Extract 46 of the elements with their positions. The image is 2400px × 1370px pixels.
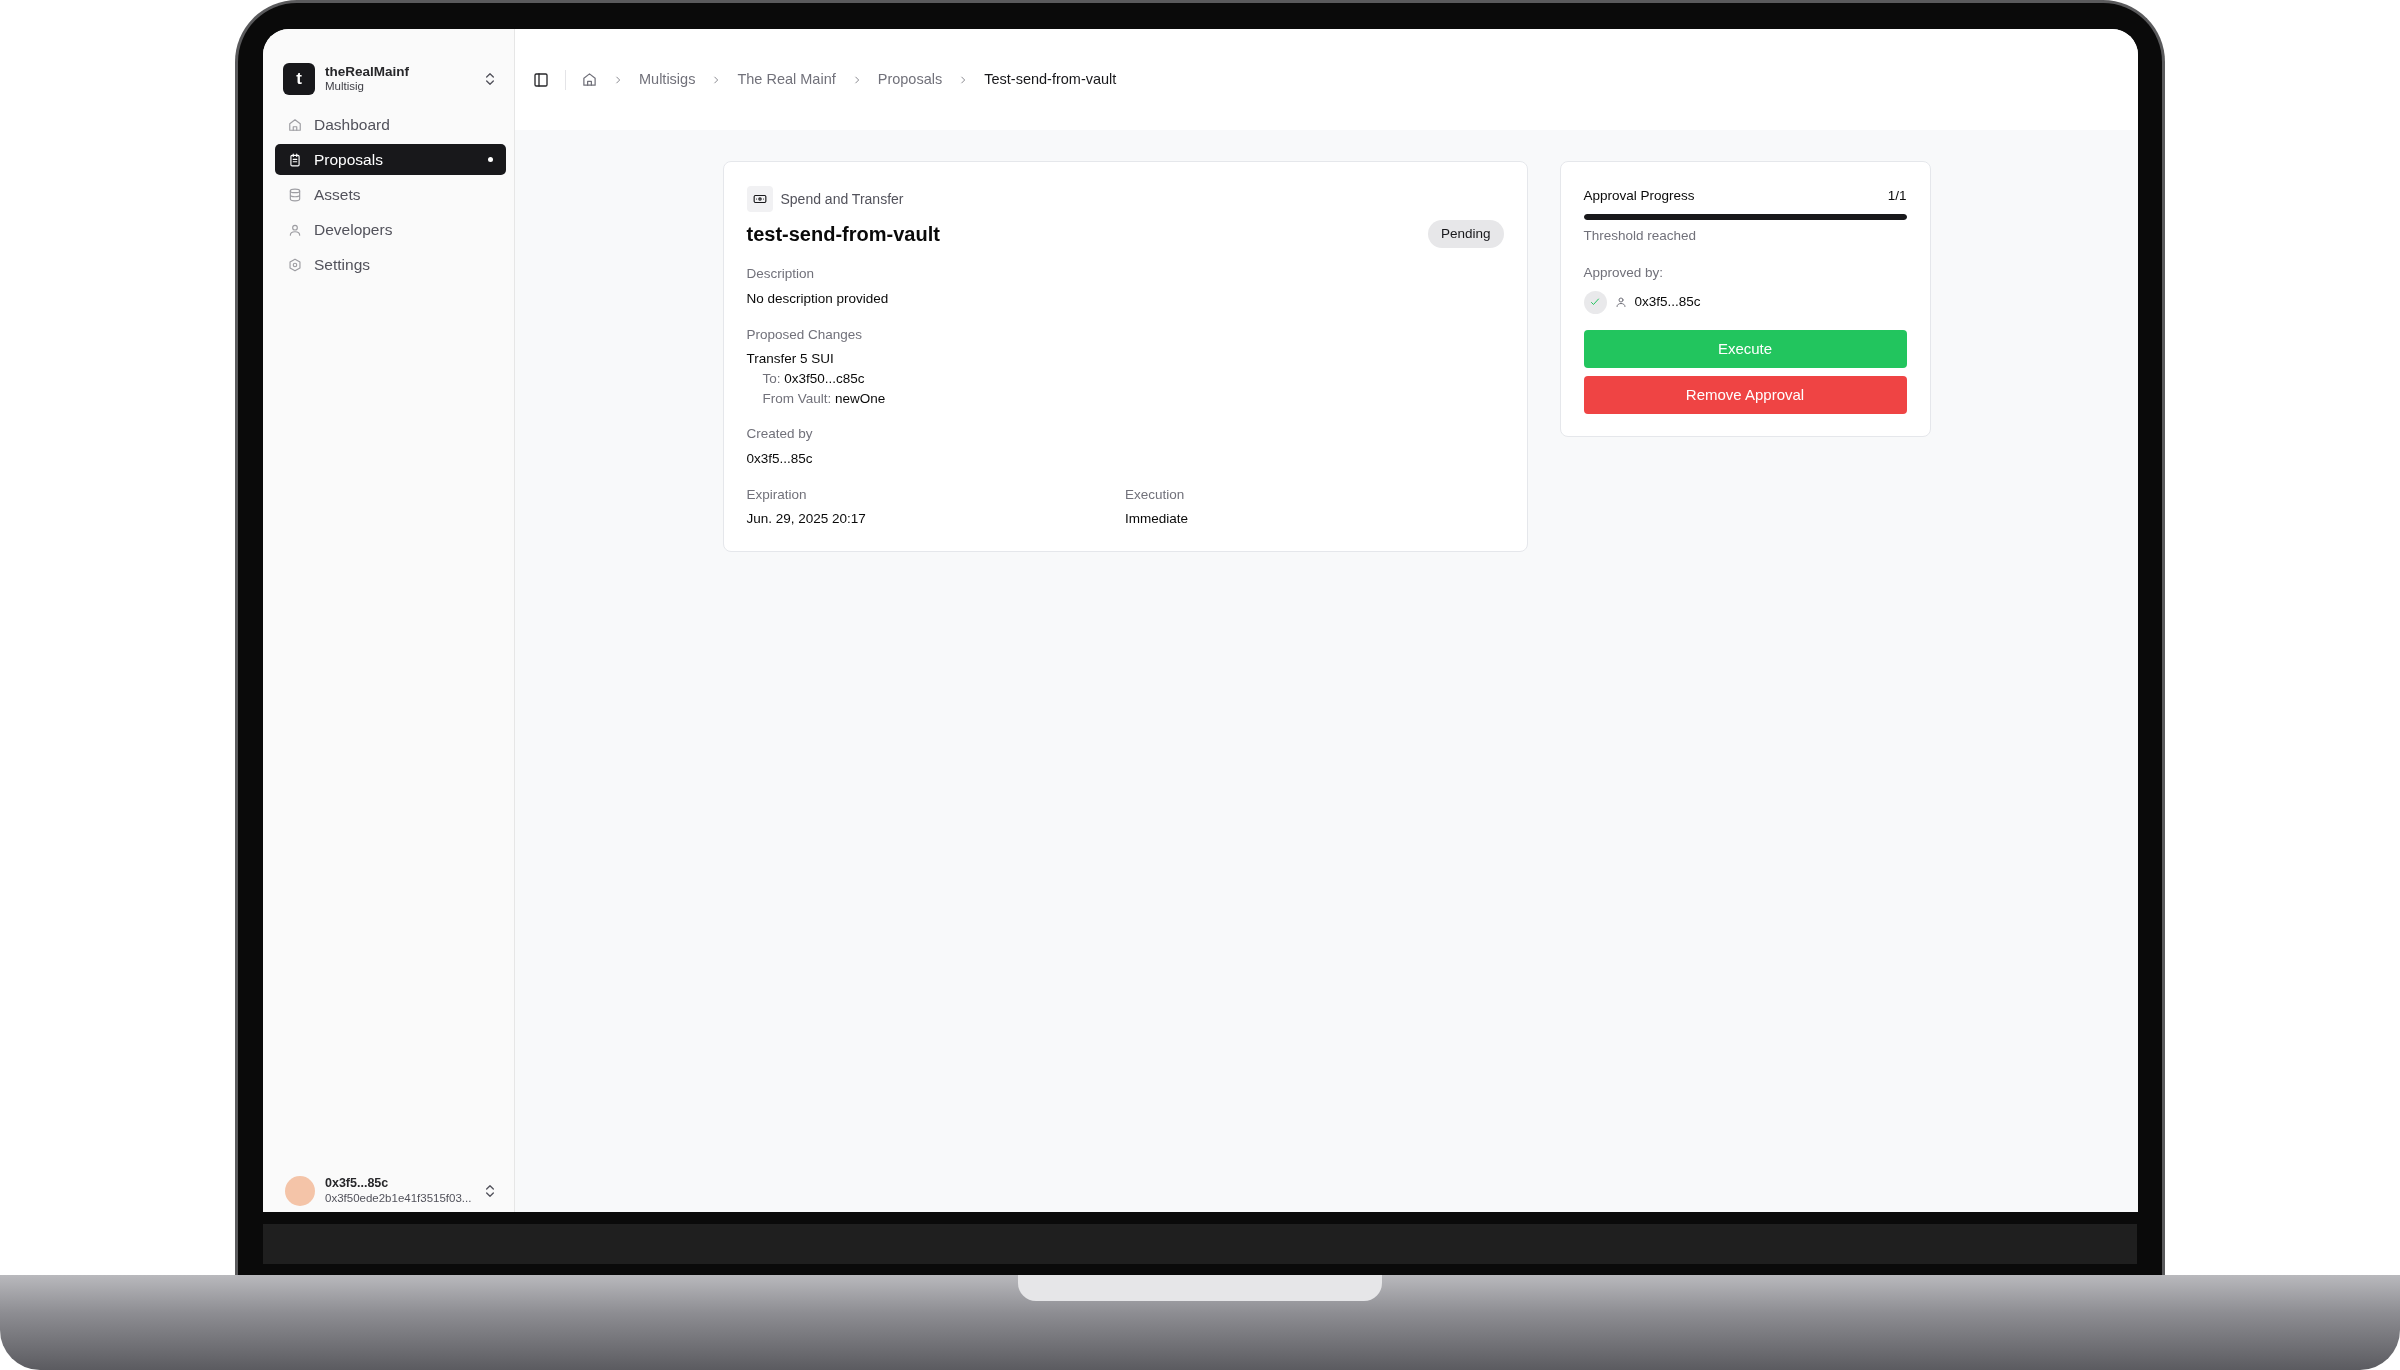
field-value: No description provided [746,289,890,308]
active-dot [488,157,493,162]
home-icon [582,72,597,87]
settings-icon [288,257,302,272]
proposal-title: test-send-from-vault [746,222,940,247]
workspace-logo: t [283,63,315,95]
banknote-icon [746,186,773,212]
field-label: Created by [746,425,814,444]
nav-item[interactable]: Assets [275,179,506,210]
change-detail: To: 0x3f50...c85c [761,370,866,389]
approved-by-label: Approved by: [1583,263,1665,282]
user-name: 0x3f5...85c [325,1176,390,1192]
approval-count: 1/1 [1887,187,1907,205]
field-value: 0x3f5...85c [746,449,814,468]
workspace-type: Multisig [325,80,365,94]
nav-item[interactable]: Proposals [275,144,506,175]
nav-item[interactable]: Developers [275,214,506,245]
change-title: Transfer 5 SUI [746,350,835,368]
nav-item[interactable]: Dashboard [275,109,506,140]
field-value: Jun. 29, 2025 20:17 [746,510,867,529]
sidebar-toggle-icon [533,71,549,88]
field-label: Description [746,265,816,284]
breadcrumb-link[interactable]: Multisigs [639,68,696,91]
approval-title: Approval Progress [1583,187,1695,205]
workspace-name: theRealMainf [325,64,410,81]
clipboard-icon [288,152,302,167]
field-label: Execution [1125,485,1186,504]
status-badge: Pending [1427,220,1504,249]
threshold-note: Threshold reached [1583,227,1698,246]
approver-address: 0x3f5...85c [1634,293,1701,312]
proposal-category: Spend and Transfer [780,189,904,209]
field-label: Expiration [746,485,808,504]
breadcrumb-link[interactable]: Proposals [877,68,943,91]
user-address: 0x3f50ede2b1e41f3515f03... [325,1191,472,1206]
breadcrumb-link[interactable]: The Real Mainf [737,68,836,91]
field-value: Immediate [1125,510,1190,529]
nav-item[interactable]: Settings [275,249,506,280]
person-icon [1614,296,1627,309]
change-detail: From Vault: newOne [761,389,887,408]
avatar [285,1176,315,1206]
chevron-right-icon [613,74,623,85]
person-icon [288,222,302,237]
field-label: Proposed Changes [746,325,864,344]
home-icon [288,117,302,132]
database-icon [288,187,302,202]
remove-approval-button[interactable]: Remove Approval [1583,375,1907,414]
